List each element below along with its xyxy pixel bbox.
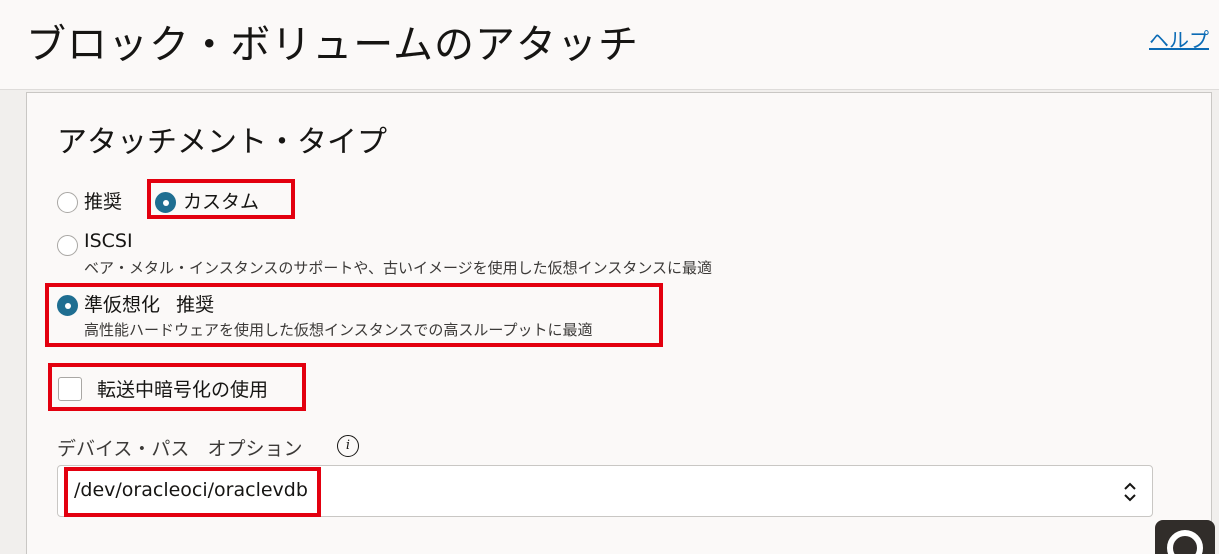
- radio-custom-label: カスタム: [183, 191, 260, 213]
- optional-label: オプション: [207, 438, 303, 460]
- recommended-badge: 推奨: [176, 294, 215, 316]
- in-transit-encryption-label: 転送中暗号化の使用: [97, 379, 269, 401]
- radio-recommended-label: 推奨: [84, 191, 123, 213]
- radio-recommended[interactable]: [57, 192, 78, 213]
- page-header: ブロック・ボリュームのアタッチ ヘルプ: [0, 0, 1219, 90]
- support-widget[interactable]: [1155, 520, 1215, 554]
- info-icon[interactable]: i: [337, 435, 359, 457]
- device-path-value: /dev/oracleoci/oraclevdb: [74, 479, 308, 501]
- device-path-label-text: デバイス・パス: [57, 438, 190, 460]
- in-transit-encryption-checkbox[interactable]: [58, 377, 82, 401]
- chevron-up-down-icon: [1124, 482, 1136, 502]
- radio-iscsi[interactable]: [57, 235, 78, 256]
- iscsi-description: ベア・メタル・インスタンスのサポートや、古いイメージを使用した仮想インスタンスに…: [84, 259, 713, 277]
- page-title: ブロック・ボリュームのアタッチ: [26, 22, 639, 68]
- radio-iscsi-label: ISCSI: [84, 230, 133, 252]
- attachment-type-title: アタッチメント・タイプ: [57, 125, 387, 160]
- radio-custom[interactable]: [155, 192, 176, 213]
- paravirtualized-description: 高性能ハードウェアを使用した仮想インスタンスでの高スループットに最適: [84, 321, 593, 339]
- lifebuoy-icon: [1167, 530, 1203, 554]
- attach-volume-panel: アタッチメント・タイプ 推奨 カスタム ISCSI ベア・メタル・インスタンスの…: [26, 92, 1212, 554]
- radio-paravirtualized[interactable]: [57, 295, 78, 316]
- paravirtualized-label-text: 準仮想化: [84, 294, 161, 316]
- radio-paravirtualized-label: 準仮想化 推奨: [84, 290, 214, 317]
- help-link[interactable]: ヘルプ: [1149, 24, 1209, 53]
- device-path-select[interactable]: /dev/oracleoci/oraclevdb: [57, 465, 1153, 517]
- device-path-label: デバイス・パス オプション: [57, 434, 303, 461]
